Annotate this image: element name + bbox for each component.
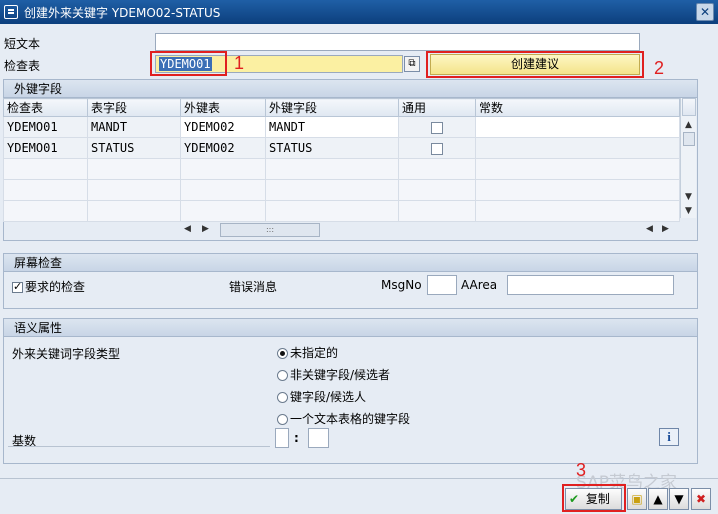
fk-field-type-label: 外来关键词字段类型 [12,347,121,361]
short-text-input[interactable] [155,33,640,51]
cell-check-table: YDEMO01 [3,116,88,138]
table-row [3,200,680,222]
info-icon[interactable]: i [659,428,679,446]
error-message-label: 错误消息 [229,280,278,294]
table-header-row: 检查表 表字段 外键表 外键字段 通用 常数 [3,98,680,117]
msgno-label: MsgNo [381,278,422,292]
window-icon [4,5,18,19]
copy-window-icon[interactable]: ⧉ [404,56,420,72]
cell-fk-table[interactable]: YDEMO02 [180,116,266,138]
required-check-option[interactable]: 要求的检查 [12,278,85,295]
window-title: 创建外来关键字 YDEMO02-STATUS [24,5,221,20]
col-constant[interactable]: 常数 [475,98,680,117]
cell-constant[interactable] [475,116,680,138]
radio-non-key[interactable] [277,370,288,381]
col-generic[interactable]: 通用 [398,98,476,117]
radio-option-text-table-key[interactable]: 一个文本表格的键字段 [277,410,410,427]
highlight-box-3 [562,484,626,512]
cell-check-table: YDEMO01 [3,137,88,159]
table-row: YDEMO01 STATUS YDEMO02 STATUS [3,137,680,159]
scroll-left-icon[interactable]: ◀ [184,224,191,234]
aarea-input[interactable] [507,275,674,295]
table-vertical-scrollbar[interactable]: ▲ ▼ ▼ [680,98,696,218]
hierarchy-icon[interactable]: ▣ [627,488,647,510]
close-button[interactable]: ✕ [696,3,714,21]
screen-check-title: 屏幕检查 [4,254,697,272]
highlight-box-2 [426,51,644,78]
cardinality-right-input[interactable] [308,428,329,448]
radio-label: 未指定的 [290,346,339,360]
cell-fk-table[interactable]: YDEMO02 [180,137,266,159]
scroll-down-icon[interactable]: ▼ [685,192,692,202]
radio-label: 非关键字段/候选者 [290,368,391,382]
annotation-number-1: 1 [234,53,245,73]
scroll-far-left-icon[interactable]: ◀ [646,224,653,234]
short-text-label: 短文本 [4,37,41,51]
generic-checkbox[interactable] [431,121,443,134]
col-fk-table[interactable]: 外键表 [180,98,266,117]
cell-constant[interactable] [475,137,680,159]
cardinality-separator: : [294,431,299,445]
table-row [3,179,680,201]
radio-unspecified[interactable] [277,348,288,359]
radio-label: 一个文本表格的键字段 [290,412,411,426]
scroll-thumb[interactable] [683,132,695,146]
radio-key[interactable] [277,392,288,403]
check-table-label: 检查表 [4,59,41,73]
cardinality-left-input[interactable] [275,428,289,448]
cardinality-divider [8,446,270,447]
generic-checkbox[interactable] [431,142,443,155]
cell-generic[interactable] [398,116,476,138]
radio-label: 键字段/候选人 [290,390,367,404]
required-check-label: 要求的检查 [25,280,86,294]
radio-option-key[interactable]: 键字段/候选人 [277,388,366,405]
scroll-up-icon[interactable]: ▲ [685,120,692,130]
fk-fields-title: 外键字段 [4,80,697,98]
cell-fk-field[interactable]: MANDT [265,116,399,138]
table-row: YDEMO01 MANDT YDEMO02 MANDT [3,116,680,138]
msgno-input[interactable] [427,275,457,295]
table-settings-icon[interactable] [682,98,696,116]
cell-check-field: MANDT [87,116,181,138]
cell-fk-field[interactable]: STATUS [265,137,399,159]
semantic-attributes-title: 语义属性 [4,319,697,337]
move-down-icon[interactable]: ▼ [669,488,689,510]
title-bar: 创建外来关键字 YDEMO02-STATUS ✕ [0,0,718,24]
col-fk-field[interactable]: 外键字段 [265,98,399,117]
aarea-label: AArea [461,278,498,292]
annotation-number-2: 2 [654,58,665,78]
fk-fields-table: 检查表 表字段 外键表 外键字段 通用 常数 YDEMO01 MANDT YDE… [3,98,680,222]
col-check-table[interactable]: 检查表 [3,98,88,117]
scroll-right-icon[interactable]: ▶ [202,224,209,234]
radio-option-non-key[interactable]: 非关键字段/候选者 [277,366,390,383]
table-row [3,158,680,180]
scroll-far-right-icon[interactable]: ▶ [662,224,669,234]
cell-generic[interactable] [398,137,476,159]
col-check-field[interactable]: 表字段 [87,98,181,117]
cancel-icon[interactable]: ✖ [691,488,711,510]
radio-text-table-key[interactable] [277,414,288,425]
move-up-icon[interactable]: ▲ [648,488,668,510]
radio-option-unspecified[interactable]: 未指定的 [277,344,338,361]
highlight-box-1 [150,51,227,76]
scroll-bottom-icon[interactable]: ▼ [685,206,692,216]
required-check-checkbox[interactable] [12,280,23,293]
annotation-number-3: 3 [576,460,587,480]
hscroll-thumb[interactable]: ::: [220,223,320,237]
cell-check-field: STATUS [87,137,181,159]
table-horizontal-scrollbar[interactable]: ◀ ▶ ::: ◀ ▶ [180,223,680,237]
